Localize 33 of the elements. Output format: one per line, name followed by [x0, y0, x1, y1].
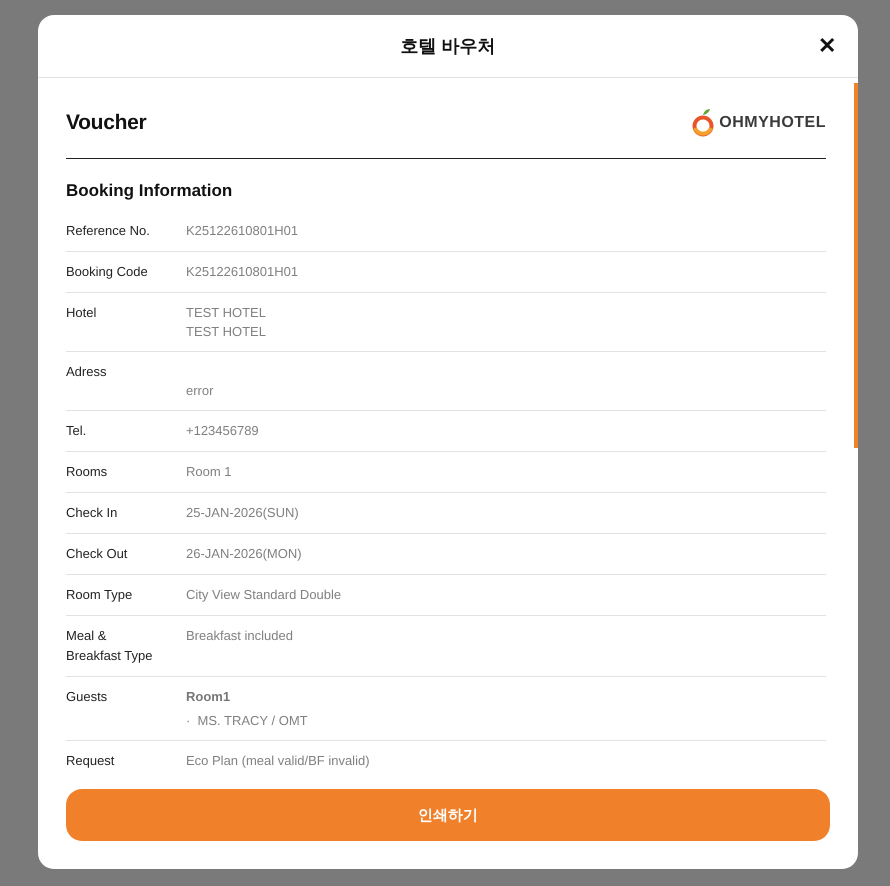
close-button[interactable]: ✕: [818, 34, 836, 58]
field-label: Reference No.: [66, 222, 151, 240]
field-value: K25122610801H01: [186, 263, 298, 281]
field-value: TEST HOTEL: [186, 323, 266, 341]
field-value: K25122610801H01: [186, 222, 298, 240]
field-label: Room Type: [66, 586, 134, 604]
field-value: 25-JAN-2026(SUN): [186, 504, 299, 522]
field-label: Meal & Breakfast Type: [66, 627, 154, 665]
field-label: Rooms: [66, 463, 108, 481]
field-label: Check In: [66, 504, 118, 522]
field-label: Guests: [66, 688, 108, 706]
field-label: Tel.: [66, 422, 88, 440]
field-value: Room 1: [186, 463, 232, 481]
section-title: Booking Information: [66, 181, 234, 201]
field-label: Hotel: [66, 304, 98, 322]
voucher-title: Voucher: [66, 111, 146, 135]
dialog-title: 호텔 바우처: [400, 35, 496, 58]
logo-text: OHMYHOTEL: [719, 114, 826, 132]
field-label: Request: [66, 752, 116, 770]
field-value: +123456789: [186, 422, 259, 440]
field-label: Booking Code: [66, 263, 149, 281]
field-label: Check Out: [66, 545, 128, 563]
guest-name: · MS. TRACY / OMT: [186, 712, 308, 730]
field-label: Adress: [66, 363, 108, 381]
logo-icon: [691, 108, 716, 138]
scrollbar-thumb[interactable]: [854, 83, 858, 448]
field-value: TEST HOTEL: [186, 304, 266, 322]
field-value: Eco Plan (meal valid/BF invalid): [186, 752, 370, 770]
field-value: error: [186, 382, 214, 400]
field-value: 26-JAN-2026(MON): [186, 545, 302, 563]
field-value: City View Standard Double: [186, 586, 342, 604]
room-name: Room1: [186, 688, 232, 706]
field-value: Breakfast included: [186, 627, 293, 645]
